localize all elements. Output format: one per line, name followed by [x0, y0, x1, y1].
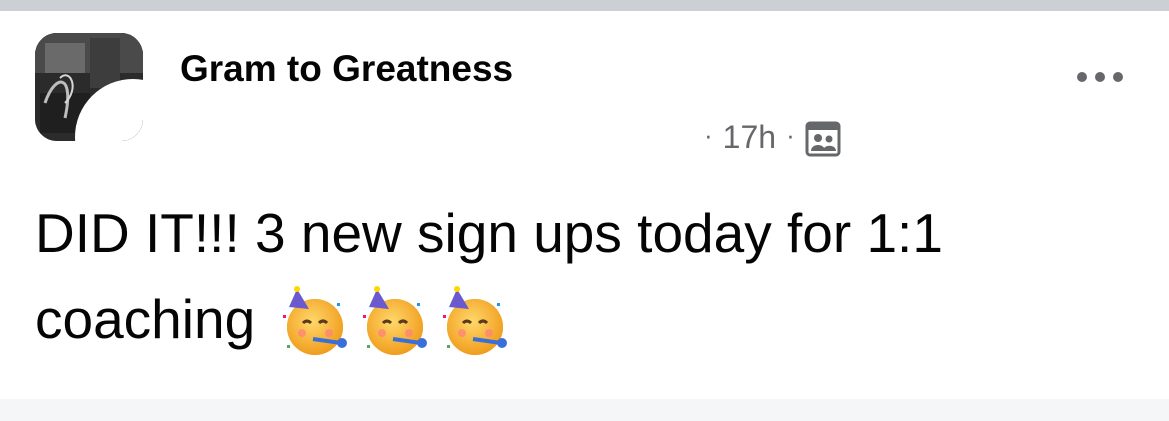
more-dot: [1113, 72, 1123, 82]
post-text-word: coaching: [35, 288, 256, 350]
top-divider: [0, 0, 1169, 11]
more-options-icon[interactable]: [1070, 60, 1130, 94]
more-dot: [1077, 72, 1087, 82]
page-name[interactable]: Gram to Greatness: [180, 48, 513, 90]
post-body: DID IT!!! 3 new sign ups today for 1:1 c…: [35, 190, 1145, 366]
avatar-image: [35, 33, 143, 141]
post-timestamp[interactable]: 17h: [723, 119, 776, 156]
page-avatar[interactable]: [35, 33, 143, 141]
meta-separator: ·: [786, 119, 795, 150]
more-dot: [1095, 72, 1105, 82]
emoji-group: [275, 274, 515, 360]
post-text-line: DID IT!!! 3 new sign ups today for 1:1: [35, 202, 943, 264]
partying-face-emoji-icon: [275, 285, 349, 359]
post-text-line-2: coaching: [35, 276, 1145, 366]
post-meta: · 17h ·: [700, 116, 841, 158]
meta-separator: ·: [704, 119, 713, 150]
partying-face-emoji-icon: [355, 285, 429, 359]
friends-audience-icon[interactable]: [805, 121, 841, 157]
bottom-divider: [0, 399, 1169, 421]
partying-face-emoji-icon: [435, 285, 509, 359]
